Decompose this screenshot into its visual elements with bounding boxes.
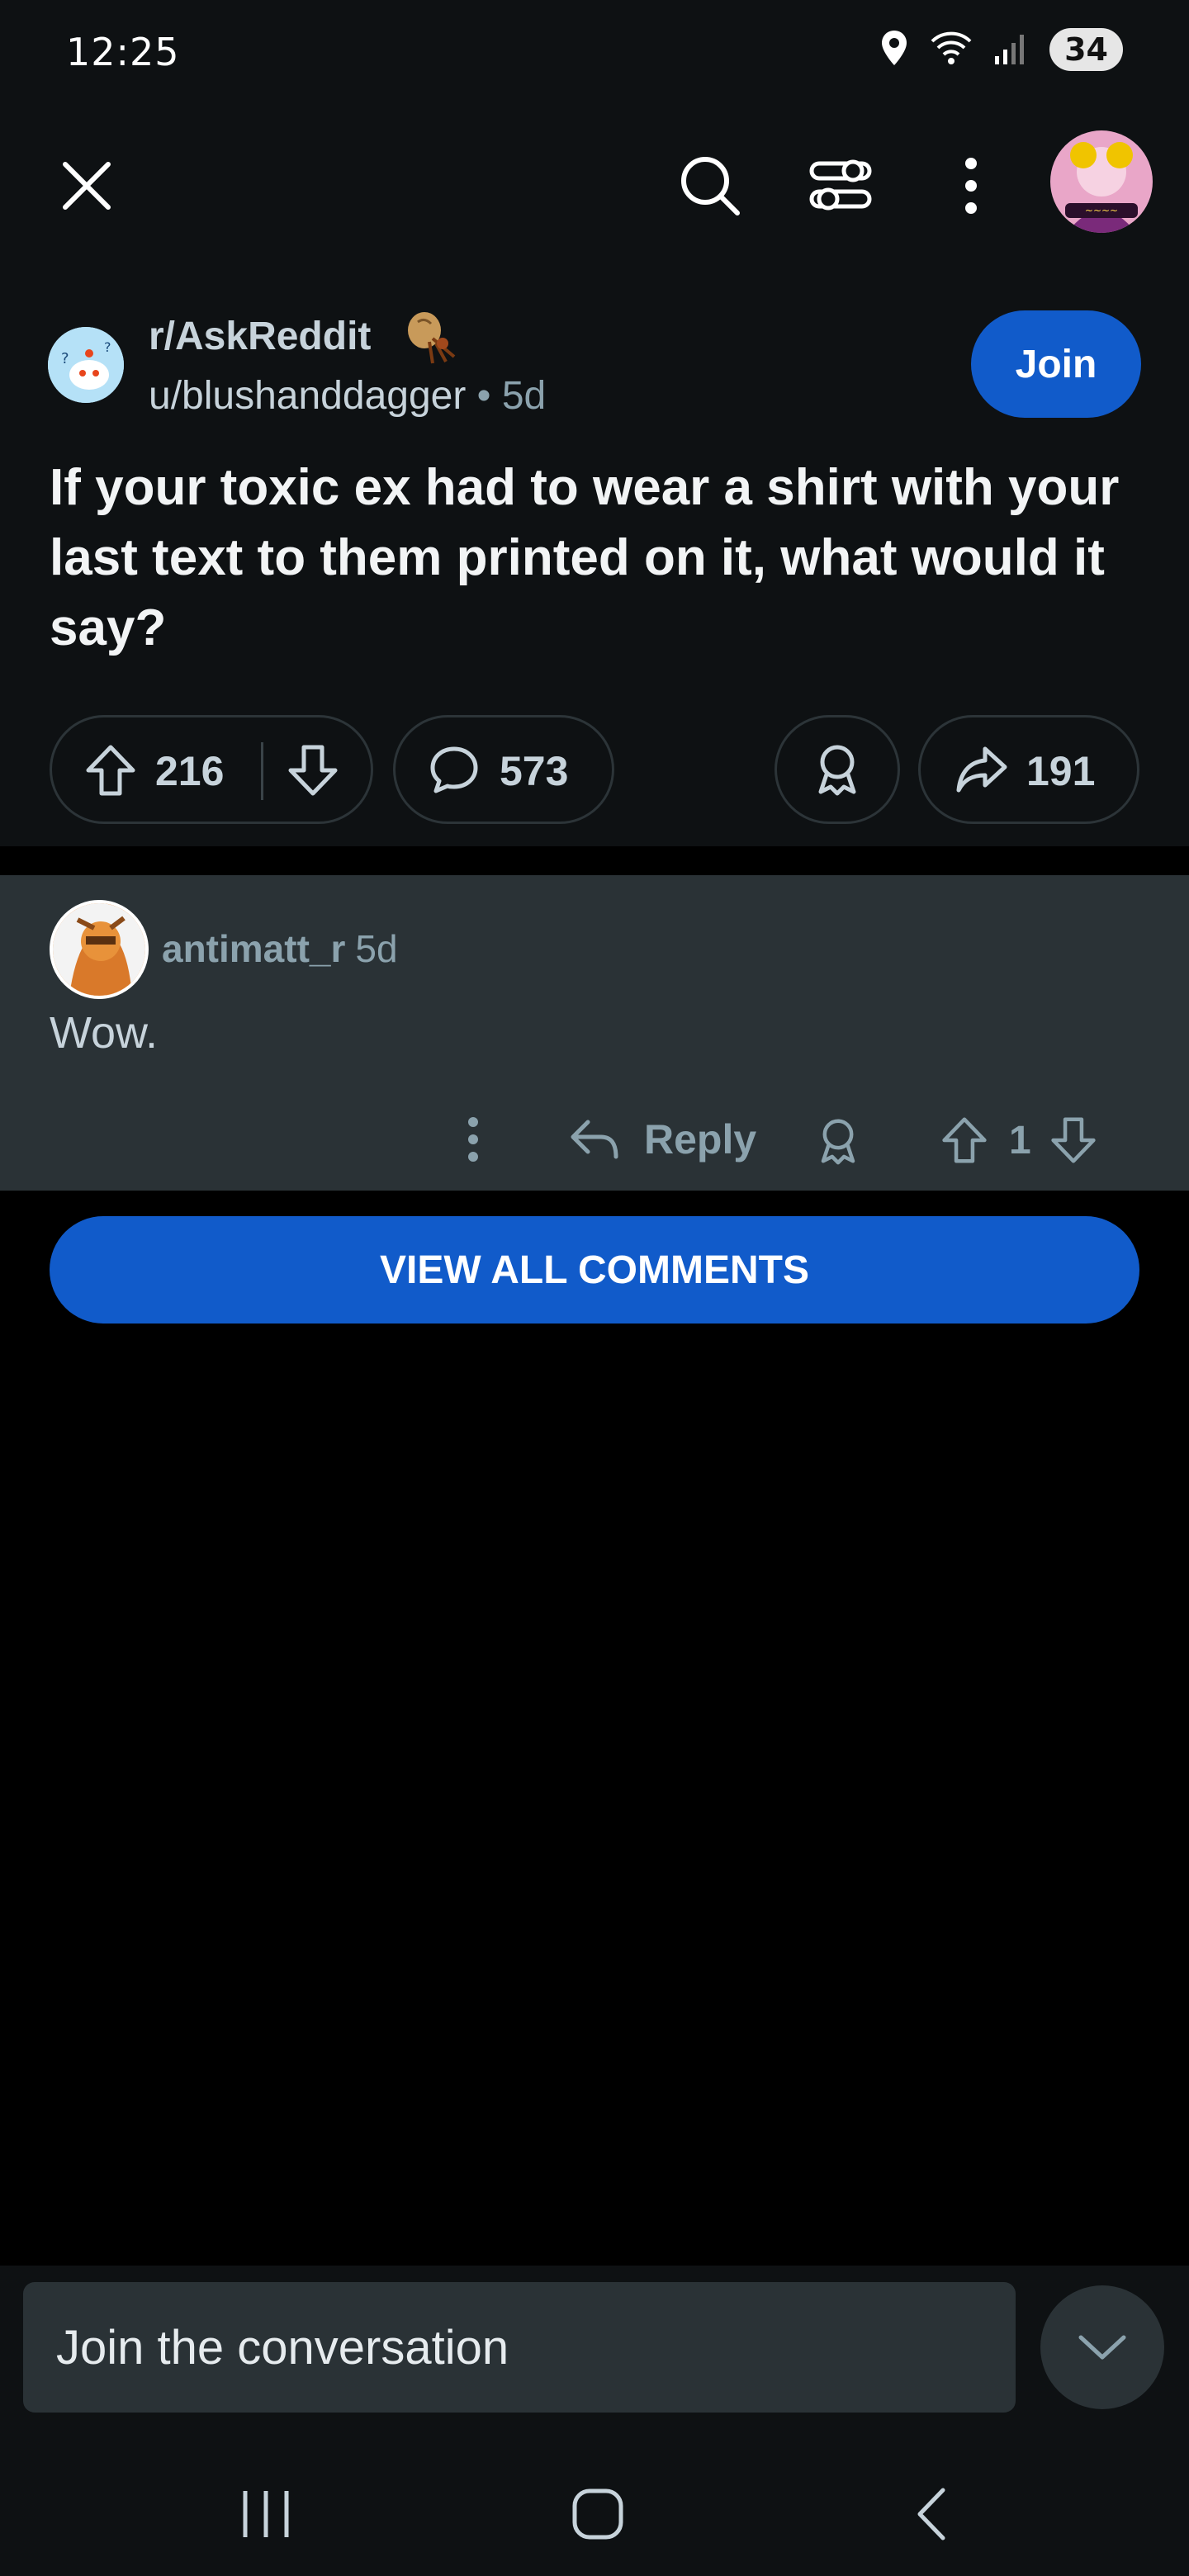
- search-button[interactable]: [669, 144, 751, 227]
- award-icon: [821, 1119, 855, 1165]
- award-icon: [818, 745, 856, 796]
- user-avatar[interactable]: ~~~~: [1050, 130, 1153, 233]
- comment-upvote-button[interactable]: [941, 1116, 988, 1168]
- view-all-comments-button[interactable]: VIEW ALL COMMENTS: [50, 1216, 1139, 1324]
- location-icon: [879, 29, 909, 71]
- commenter-avatar[interactable]: [50, 900, 149, 999]
- close-button[interactable]: [50, 149, 124, 223]
- collapse-button[interactable]: [1040, 2285, 1164, 2409]
- bottom-bar: Join the conversation: [0, 2266, 1189, 2576]
- comments-button[interactable]: 573: [393, 715, 614, 824]
- post-actions: 216 573 191: [0, 715, 1189, 824]
- close-icon: [63, 162, 111, 210]
- comment-score: 1: [1009, 1119, 1031, 1163]
- comment-body: Wow.: [50, 1008, 159, 1058]
- comment-item: antimatt_r 5d Wow. Reply 1: [0, 875, 1189, 1191]
- subreddit-flair-icon: [400, 305, 461, 371]
- filter-icon: [809, 159, 872, 211]
- subreddit-name[interactable]: r/AskReddit: [149, 314, 371, 359]
- author-name[interactable]: u/blushanddagger: [149, 374, 466, 418]
- filter-button[interactable]: [799, 144, 882, 227]
- battery-icon: 34: [1049, 28, 1123, 71]
- comment-more-button[interactable]: [452, 1098, 494, 1181]
- status-time: 12:25: [66, 30, 180, 74]
- status-bar: 12:25 34: [0, 0, 1189, 107]
- upvote-button[interactable]: [85, 744, 136, 807]
- home-icon: [572, 2488, 623, 2540]
- meta-separator: •: [476, 374, 491, 418]
- share-button[interactable]: 191: [918, 715, 1139, 824]
- comment-age: 5d: [355, 927, 398, 970]
- share-icon: [955, 744, 1008, 805]
- upvote-icon: [86, 745, 135, 796]
- comment-award-button[interactable]: [816, 1116, 860, 1170]
- author-line: u/blushanddagger • 5d: [149, 373, 546, 419]
- comment-downvote-button[interactable]: [1050, 1116, 1097, 1168]
- back-icon: [917, 2488, 945, 2540]
- post-card: ?? r/AskReddit u/blushanddagger • 5d Joi…: [0, 256, 1189, 846]
- recent-apps-icon: [243, 2491, 289, 2537]
- post-age: 5d: [501, 374, 547, 418]
- award-button[interactable]: [775, 715, 900, 824]
- recent-apps-button[interactable]: [216, 2477, 315, 2551]
- vote-pill: 216: [50, 715, 373, 824]
- more-button[interactable]: [930, 144, 1012, 227]
- more-vert-icon: [965, 158, 977, 214]
- vote-divider: [261, 742, 263, 800]
- comment-icon: [429, 744, 480, 805]
- reply-label: Reply: [644, 1116, 757, 1163]
- system-nav-bar: [0, 2452, 1189, 2576]
- wifi-icon: [929, 30, 973, 70]
- comment-count: 573: [500, 748, 569, 794]
- downvote-icon: [1051, 1117, 1096, 1163]
- downvote-icon: [288, 745, 338, 796]
- chevron-down-icon: [1078, 2335, 1126, 2360]
- svg-text:?: ?: [61, 350, 69, 367]
- reply-icon: [571, 1120, 618, 1159]
- home-button[interactable]: [548, 2477, 647, 2551]
- status-icons: 34: [879, 28, 1123, 71]
- subreddit-avatar[interactable]: ??: [48, 327, 124, 403]
- app-bar: ~~~~: [0, 107, 1189, 256]
- comment-author[interactable]: antimatt_r: [162, 927, 345, 970]
- svg-text:?: ?: [104, 339, 111, 355]
- join-button[interactable]: Join: [971, 310, 1141, 418]
- post-title: If your toxic ex had to wear a shirt wit…: [50, 459, 1120, 656]
- comment-meta: antimatt_r 5d: [162, 926, 398, 971]
- svg-text:~~~~: ~~~~: [1085, 205, 1118, 216]
- back-button[interactable]: [882, 2477, 981, 2551]
- signal-icon: [993, 30, 1030, 70]
- share-count: 191: [1026, 748, 1096, 794]
- compose-input[interactable]: Join the conversation: [23, 2282, 1016, 2413]
- upvote-icon: [942, 1117, 987, 1163]
- search-icon: [681, 157, 740, 215]
- more-vert-icon: [468, 1117, 478, 1162]
- reply-button[interactable]: Reply: [570, 1098, 756, 1181]
- comment-actions: Reply 1: [0, 1098, 1189, 1181]
- post-score: 216: [155, 748, 225, 794]
- downvote-button[interactable]: [287, 744, 339, 807]
